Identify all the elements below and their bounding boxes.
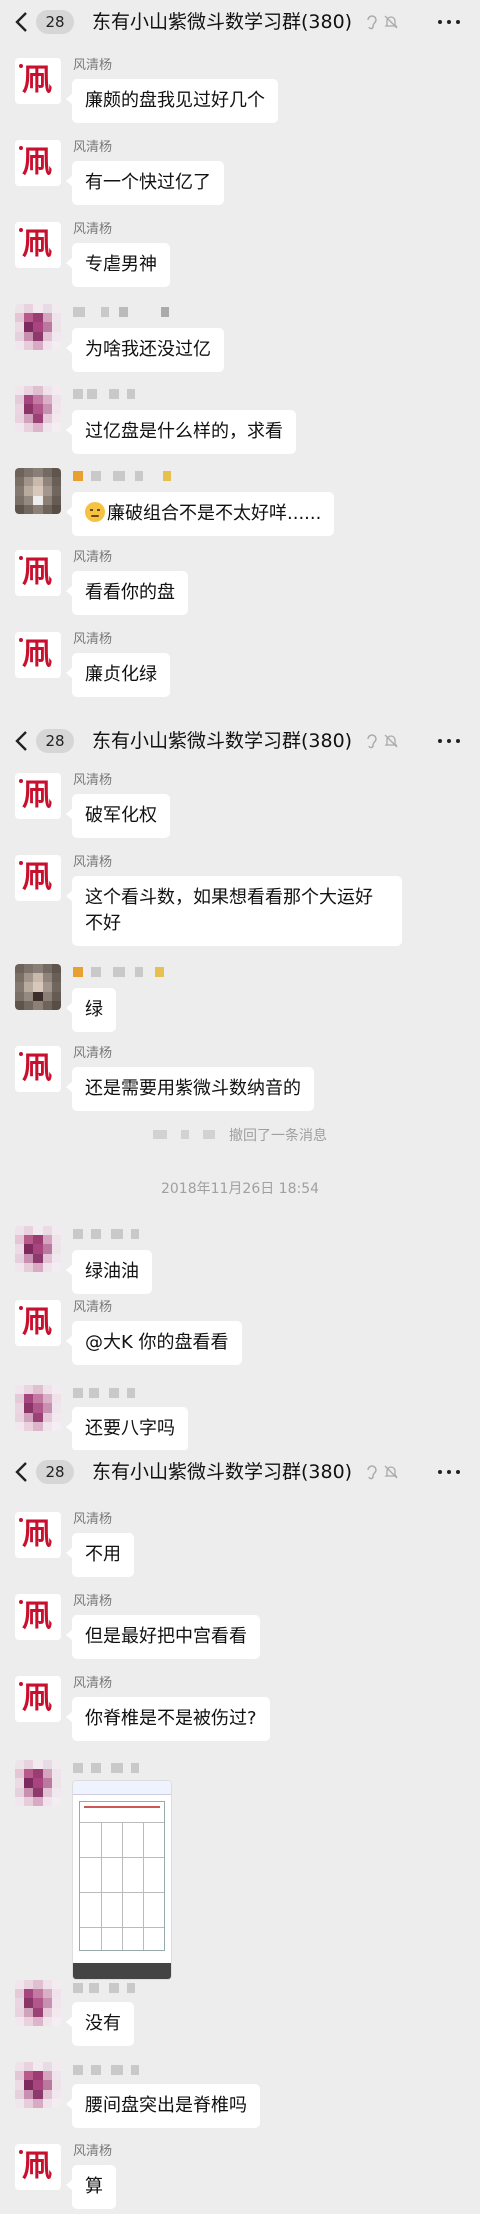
sender-name: 风清杨	[73, 632, 113, 647]
chat-title: 东有小山紫微斗数学习群(380)	[92, 1461, 353, 1483]
chat-screenshot: 28 东有小山紫微斗数学习群(380) 凧 风清杨 廉颇的盘我见过好几个 凧 风…	[0, 0, 480, 2214]
message-bubble[interactable]: 没有	[66, 2002, 134, 2046]
message-bubble[interactable]: 不用	[66, 1533, 134, 1577]
avatar-pixelated[interactable]	[15, 468, 61, 514]
avatar-pixelated[interactable]	[15, 2062, 61, 2108]
chevron-left-icon[interactable]	[12, 729, 34, 753]
message-bubble[interactable]: 绿	[66, 988, 116, 1032]
message-bubble[interactable]: 但是最好把中宫看看	[66, 1615, 260, 1659]
avatar-pixelated[interactable]	[15, 1385, 61, 1431]
recaller-name-blurred	[153, 1130, 167, 1139]
chat-title: 东有小山紫微斗数学习群(380)	[92, 11, 353, 33]
message-bubble[interactable]: 腰间盘突出是脊椎吗	[66, 2084, 260, 2128]
avatar-pixelated[interactable]	[15, 386, 61, 432]
message-bubble[interactable]: 廉破组合不是不太好咩......	[65, 492, 335, 536]
unread-count-badge[interactable]: 28	[36, 1460, 74, 1484]
sender-name: 风清杨	[73, 1512, 113, 1527]
message-bubble[interactable]: 还要八字吗	[66, 1407, 188, 1451]
sender-name: 风清杨	[73, 2144, 113, 2159]
chevron-left-icon[interactable]	[12, 10, 34, 34]
bell-slash-icon	[383, 733, 399, 749]
sender-name: 风清杨	[73, 1046, 113, 1061]
avatar[interactable]: 凧	[15, 1512, 61, 1558]
more-icon[interactable]	[436, 733, 462, 749]
message-bubble[interactable]: @大K 你的盘看看	[66, 1321, 242, 1365]
timestamp: 2018年11月26日 18:54	[160, 1181, 320, 1197]
avatar[interactable]: 凧	[15, 773, 61, 819]
more-icon[interactable]	[436, 1464, 462, 1480]
chat-header: 28 东有小山紫微斗数学习群(380)	[0, 719, 480, 763]
avatar[interactable]: 凧	[15, 222, 61, 268]
avatar[interactable]: 凧	[15, 1300, 61, 1346]
sender-name: 风清杨	[73, 1676, 113, 1691]
message-bubble[interactable]: 廉颇的盘我见过好几个	[66, 79, 278, 123]
message-bubble[interactable]: 为啥我还没过亿	[66, 328, 224, 372]
message-bubble[interactable]: 看看你的盘	[66, 571, 188, 615]
sender-name: 风清杨	[73, 1594, 113, 1609]
avatar-pixelated[interactable]	[15, 964, 61, 1010]
avatar-pixelated[interactable]	[15, 1980, 61, 2026]
message-bubble[interactable]: 还是需要用紫微斗数纳音的	[66, 1067, 314, 1111]
unread-count-badge[interactable]: 28	[36, 10, 74, 34]
sender-name: 风清杨	[73, 550, 113, 565]
message-bubble[interactable]: 专虐男神	[66, 243, 170, 287]
chart-image	[79, 1801, 165, 1951]
message-bubble[interactable]: 这个看斗数，如果想看看那个大运好不好	[66, 876, 402, 946]
message-bubble[interactable]: 你脊椎是不是被伤过?	[66, 1697, 270, 1741]
avatar[interactable]: 凧	[15, 1594, 61, 1640]
message-bubble[interactable]: 绿油油	[66, 1250, 152, 1294]
avatar[interactable]: 凧	[15, 2144, 61, 2190]
sender-name: 风清杨	[73, 773, 113, 788]
message-bubble[interactable]: 有一个快过亿了	[66, 161, 224, 205]
ear-icon	[365, 1464, 379, 1480]
avatar[interactable]: 凧	[15, 1046, 61, 1092]
sender-name: 风清杨	[73, 222, 113, 237]
message-bubble[interactable]: 过亿盘是什么样的，求看	[66, 410, 296, 454]
avatar[interactable]: 凧	[15, 58, 61, 104]
message-bubble[interactable]: 算	[66, 2165, 116, 2209]
sender-name: 风清杨	[73, 1300, 113, 1315]
avatar[interactable]: 凧	[15, 632, 61, 678]
avatar-pixelated[interactable]	[15, 304, 61, 350]
avatar[interactable]: 凧	[15, 550, 61, 596]
chat-title: 东有小山紫微斗数学习群(380)	[92, 730, 353, 752]
image-thumbnail[interactable]	[72, 1780, 172, 1980]
ear-icon	[365, 14, 379, 30]
chevron-left-icon[interactable]	[12, 1460, 34, 1484]
chat-header: 28 东有小山紫微斗数学习群(380)	[0, 0, 480, 44]
ear-icon	[365, 733, 379, 749]
chat-header: 28 东有小山紫微斗数学习群(380)	[0, 1450, 480, 1494]
avatar-pixelated[interactable]	[15, 1226, 61, 1272]
unread-count-badge[interactable]: 28	[36, 729, 74, 753]
message-bubble[interactable]: 破军化权	[66, 794, 170, 838]
sender-name: 风清杨	[73, 140, 113, 155]
more-icon[interactable]	[436, 14, 462, 30]
recall-notice: 撤回了一条消息	[0, 1127, 480, 1145]
emoji-icon	[85, 502, 105, 522]
bell-slash-icon	[383, 1464, 399, 1480]
bell-slash-icon	[383, 14, 399, 30]
sender-name: 风清杨	[73, 855, 113, 870]
avatar[interactable]: 凧	[15, 1676, 61, 1722]
sender-name: 风清杨	[73, 58, 113, 73]
avatar-pixelated[interactable]	[15, 1760, 61, 1806]
message-bubble[interactable]: 廉贞化绿	[66, 653, 170, 697]
avatar[interactable]: 凧	[15, 140, 61, 186]
avatar[interactable]: 凧	[15, 855, 61, 901]
